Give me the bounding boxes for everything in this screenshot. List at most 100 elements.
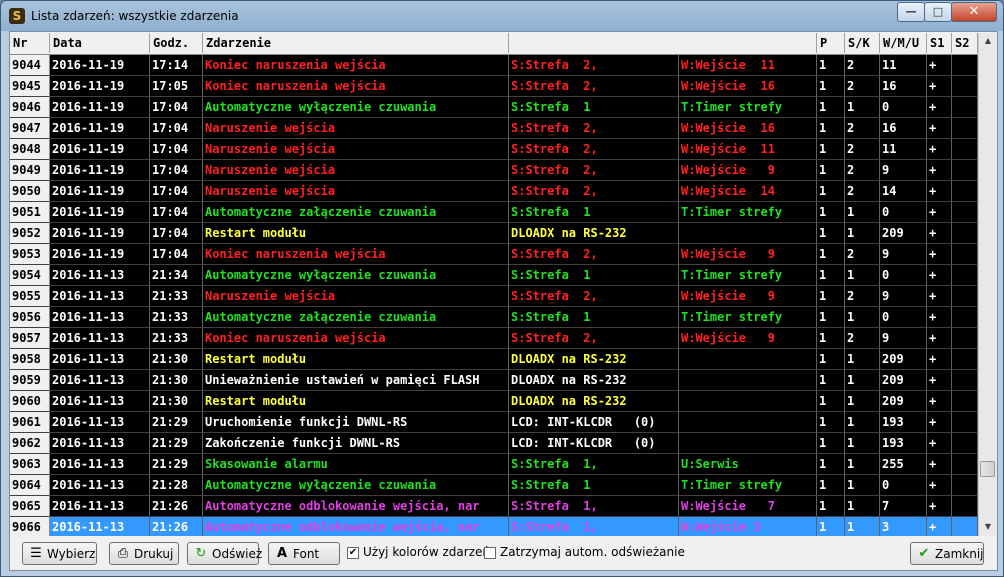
cell-sk: 2 bbox=[845, 55, 880, 76]
cell-s1: + bbox=[927, 139, 952, 160]
scroll-up-arrow-icon[interactable]: ▲ bbox=[979, 33, 997, 49]
cell-p: 1 bbox=[817, 370, 845, 391]
cell-obj: W:Wejście 11 bbox=[679, 55, 817, 76]
stop-refresh-checkbox[interactable] bbox=[484, 547, 496, 559]
cell-event: Automatyczne wyłączenie czuwania bbox=[203, 97, 509, 118]
cell-src: S:Strefa 2, bbox=[509, 244, 679, 265]
cell-nr: 9045 bbox=[10, 76, 50, 97]
cell-s2 bbox=[952, 55, 978, 76]
column-header-6[interactable]: S/K bbox=[845, 33, 880, 53]
table-row[interactable]: 9058 2016-11-13 21:30 Restart modułu DLOADX … bbox=[10, 349, 978, 370]
cell-date: 2016-11-13 bbox=[50, 433, 150, 454]
column-header-7[interactable]: W/M/U bbox=[880, 33, 927, 53]
column-header-1[interactable]: Data bbox=[50, 33, 150, 53]
client-area: Nr Data Godz. Zdarzenie P S/K W/M/U S1 S2 9044 20… bbox=[9, 31, 998, 571]
print-button-label: Drukuj bbox=[134, 547, 174, 561]
table-row[interactable]: 9064 2016-11-13 21:28 Automatyczne wyłączen… bbox=[10, 475, 978, 496]
cell-s1: + bbox=[927, 454, 952, 475]
maximize-button[interactable]: □ bbox=[924, 2, 952, 22]
cell-p: 1 bbox=[817, 244, 845, 265]
cell-src: S:Strefa 1 bbox=[509, 265, 679, 286]
cell-s2 bbox=[952, 139, 978, 160]
cell-time: 21:26 bbox=[150, 517, 203, 536]
table-row[interactable]: 9044 2016-11-19 17:14 Koniec naruszenia wej… bbox=[10, 55, 978, 76]
event-grid[interactable]: Nr Data Godz. Zdarzenie P S/K W/M/U S1 S2 9044 20… bbox=[10, 33, 978, 536]
table-row[interactable]: 9065 2016-11-13 21:26 Automatyczne odblokow… bbox=[10, 496, 978, 517]
table-row[interactable]: 9047 2016-11-19 17:04 Naruszenie wejścia S:S… bbox=[10, 118, 978, 139]
vertical-scrollbar[interactable]: ▲ ▼ bbox=[978, 33, 997, 536]
close-window-button[interactable]: ✕ bbox=[951, 2, 997, 22]
cell-wmu: 209 bbox=[880, 349, 927, 370]
column-header-9[interactable]: S2 bbox=[952, 33, 978, 53]
table-row[interactable]: 9046 2016-11-19 17:04 Automatyczne wyłączen… bbox=[10, 97, 978, 118]
cell-nr: 9061 bbox=[10, 412, 50, 433]
table-row[interactable]: 9062 2016-11-13 21:29 Zakończenie funkcji D… bbox=[10, 433, 978, 454]
table-row[interactable]: 9061 2016-11-13 21:29 Uruchomienie funkcji … bbox=[10, 412, 978, 433]
title-bar[interactable]: S Lista zdarzeń: wszystkie zdarzenia — □… bbox=[1, 1, 1003, 31]
table-row[interactable]: 9053 2016-11-19 17:04 Koniec naruszenia wej… bbox=[10, 244, 978, 265]
table-row[interactable]: 9056 2016-11-13 21:33 Automatyczne załączen… bbox=[10, 307, 978, 328]
cell-obj: T:Timer strefy bbox=[679, 475, 817, 496]
cell-s2 bbox=[952, 286, 978, 307]
table-row[interactable]: 9052 2016-11-19 17:04 Restart modułu DLOADX … bbox=[10, 223, 978, 244]
cell-s1: + bbox=[927, 265, 952, 286]
cell-obj: W:Wejście 9 bbox=[679, 244, 817, 265]
table-row[interactable]: 9063 2016-11-13 21:29 Skasowanie alarmu S:St… bbox=[10, 454, 978, 475]
column-header-2[interactable]: Godz. bbox=[150, 33, 203, 53]
cell-obj: W:Wejście 16 bbox=[679, 118, 817, 139]
table-row[interactable]: 9057 2016-11-13 21:33 Koniec naruszenia wej… bbox=[10, 328, 978, 349]
cell-obj bbox=[679, 223, 817, 244]
cell-time: 21:30 bbox=[150, 391, 203, 412]
cell-src: S:Strefa 1, bbox=[509, 517, 679, 536]
table-row[interactable]: 9059 2016-11-13 21:30 Unieważnienie ustawie… bbox=[10, 370, 978, 391]
cell-nr: 9051 bbox=[10, 202, 50, 223]
bottom-toolbar: ☰ Wybierz ⎙ Drukuj ↻ Odśwież A Font ✔ Uż… bbox=[10, 539, 997, 569]
cell-sk: 1 bbox=[845, 454, 880, 475]
column-header-3[interactable]: Zdarzenie bbox=[203, 33, 509, 53]
select-button[interactable]: ☰ Wybierz bbox=[22, 542, 97, 565]
cell-time: 21:29 bbox=[150, 433, 203, 454]
table-row[interactable]: 9066 2016-11-13 21:26 Automatyczne odblokow… bbox=[10, 517, 978, 536]
cell-nr: 9052 bbox=[10, 223, 50, 244]
close-button[interactable]: ✔ Zamknij bbox=[910, 542, 984, 565]
cell-p: 1 bbox=[817, 517, 845, 536]
font-button[interactable]: A Font bbox=[268, 542, 340, 565]
scroll-thumb[interactable] bbox=[980, 461, 995, 477]
minimize-button[interactable]: — bbox=[897, 2, 925, 22]
refresh-button[interactable]: ↻ Odśwież bbox=[187, 542, 262, 565]
table-row[interactable]: 9050 2016-11-19 17:04 Naruszenie wejścia S:S… bbox=[10, 181, 978, 202]
cell-wmu: 0 bbox=[880, 97, 927, 118]
use-colors-label: Użyj kolorów zdarzeń bbox=[363, 545, 491, 559]
cell-p: 1 bbox=[817, 433, 845, 454]
print-button[interactable]: ⎙ Drukuj bbox=[109, 542, 179, 565]
table-row[interactable]: 9051 2016-11-19 17:04 Automatyczne załączen… bbox=[10, 202, 978, 223]
cell-event: Naruszenie wejścia bbox=[203, 139, 509, 160]
table-row[interactable]: 9055 2016-11-13 21:33 Naruszenie wejścia S:S… bbox=[10, 286, 978, 307]
table-row[interactable]: 9045 2016-11-19 17:05 Koniec naruszenia wej… bbox=[10, 76, 978, 97]
cell-obj bbox=[679, 349, 817, 370]
cell-sk: 1 bbox=[845, 307, 880, 328]
cell-event: Naruszenie wejścia bbox=[203, 181, 509, 202]
cell-s1: + bbox=[927, 181, 952, 202]
use-colors-checkbox[interactable]: ✔ bbox=[347, 547, 359, 559]
cell-wmu: 209 bbox=[880, 391, 927, 412]
column-header-0[interactable]: Nr bbox=[10, 33, 50, 53]
cell-time: 21:33 bbox=[150, 328, 203, 349]
cell-obj: W:Wejście 9 bbox=[679, 286, 817, 307]
cell-src: DLOADX na RS-232 bbox=[509, 349, 679, 370]
table-row[interactable]: 9054 2016-11-13 21:34 Automatyczne wyłączen… bbox=[10, 265, 978, 286]
cell-wmu: 9 bbox=[880, 160, 927, 181]
table-row[interactable]: 9048 2016-11-19 17:04 Naruszenie wejścia S:S… bbox=[10, 139, 978, 160]
cell-date: 2016-11-13 bbox=[50, 370, 150, 391]
table-row[interactable]: 9049 2016-11-19 17:04 Naruszenie wejścia S:S… bbox=[10, 160, 978, 181]
cell-obj bbox=[679, 412, 817, 433]
column-header-8[interactable]: S1 bbox=[927, 33, 952, 53]
cell-s2 bbox=[952, 118, 978, 139]
cell-s1: + bbox=[927, 328, 952, 349]
scroll-down-arrow-icon[interactable]: ▼ bbox=[979, 519, 997, 535]
table-row[interactable]: 9060 2016-11-13 21:30 Restart modułu DLOADX … bbox=[10, 391, 978, 412]
cell-s2 bbox=[952, 412, 978, 433]
cell-src: S:Strefa 1 bbox=[509, 202, 679, 223]
column-header-4[interactable] bbox=[509, 33, 817, 53]
column-header-5[interactable]: P bbox=[817, 33, 845, 53]
